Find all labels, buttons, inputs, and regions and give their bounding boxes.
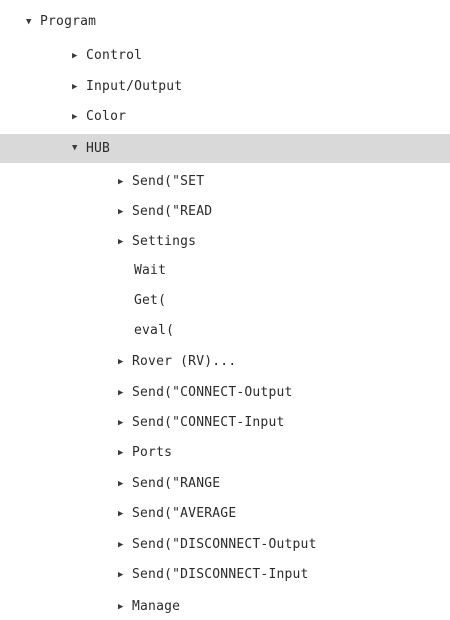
triangle-down-icon[interactable]: ▼: [72, 134, 86, 163]
triangle-right-icon[interactable]: ▶: [118, 594, 132, 620]
tree-item-label: Send("CONNECT-Output: [132, 385, 293, 400]
tree-item-label: Send("DISCONNECT-Output: [132, 537, 317, 552]
triangle-right-icon[interactable]: ▶: [118, 440, 132, 466]
triangle-right-icon[interactable]: ▶: [118, 410, 132, 436]
tree-item-send-connect-output[interactable]: ▶ Send("CONNECT-Output: [0, 380, 450, 406]
tree-item-label: Color: [86, 109, 127, 124]
tree-item-label: Send("DISCONNECT-Input: [132, 567, 309, 582]
program-tree: ▼ Program ▶ Control ▶ Input/Output ▶ Color ▼…: [0, 0, 450, 620]
tree-item-label: Manage: [132, 599, 181, 614]
triangle-right-icon[interactable]: ▶: [118, 501, 132, 527]
triangle-right-icon[interactable]: ▶: [72, 104, 86, 130]
triangle-right-icon[interactable]: ▶: [118, 169, 132, 195]
tree-item-label: Rover (RV)...: [132, 354, 237, 369]
tree-item-label: Send("READ: [132, 204, 213, 219]
tree-item-send-disconnect-output[interactable]: ▶ Send("DISCONNECT-Output: [0, 532, 450, 558]
tree-item-send-disconnect-input[interactable]: ▶ Send("DISCONNECT-Input: [0, 562, 450, 588]
tree-item-label: Ports: [132, 445, 173, 460]
triangle-down-icon[interactable]: ▼: [26, 9, 40, 35]
tree-item-send-connect-input[interactable]: ▶ Send("CONNECT-Input: [0, 410, 450, 436]
tree-item-label: Send("CONNECT-Input: [132, 415, 285, 430]
triangle-right-icon[interactable]: ▶: [118, 349, 132, 375]
tree-item-label: Settings: [132, 234, 197, 249]
tree-item-label: eval(: [134, 323, 175, 338]
tree-item-label: Input/Output: [86, 79, 183, 94]
tree-item-ports[interactable]: ▶ Ports: [0, 440, 450, 466]
tree-item-eval[interactable]: eval(: [0, 318, 450, 344]
triangle-right-icon[interactable]: ▶: [118, 471, 132, 497]
tree-item-label: HUB: [86, 141, 111, 156]
triangle-right-icon[interactable]: ▶: [118, 380, 132, 406]
tree-item-program[interactable]: ▼ Program: [0, 9, 450, 35]
tree-item-send-read[interactable]: ▶ Send("READ: [0, 199, 450, 225]
tree-item-label: Send("RANGE: [132, 476, 221, 491]
tree-item-label: Get(: [134, 293, 167, 308]
tree-item-send-range[interactable]: ▶ Send("RANGE: [0, 471, 450, 497]
tree-item-label: Send("SET: [132, 174, 205, 189]
tree-item-label: Send("AVERAGE: [132, 506, 237, 521]
tree-item-settings[interactable]: ▶ Settings: [0, 229, 450, 255]
tree-item-get[interactable]: Get(: [0, 288, 450, 314]
triangle-right-icon[interactable]: ▶: [72, 43, 86, 69]
tree-item-send-average[interactable]: ▶ Send("AVERAGE: [0, 501, 450, 527]
tree-item-label: Control: [86, 48, 143, 63]
tree-item-hub[interactable]: ▼ HUB: [0, 134, 450, 163]
triangle-right-icon[interactable]: ▶: [72, 74, 86, 100]
triangle-right-icon[interactable]: ▶: [118, 562, 132, 588]
triangle-right-icon[interactable]: ▶: [118, 532, 132, 558]
triangle-right-icon[interactable]: ▶: [118, 229, 132, 255]
tree-item-manage[interactable]: ▶ Manage: [0, 594, 450, 620]
tree-item-label: Wait: [134, 263, 167, 278]
triangle-right-icon[interactable]: ▶: [118, 199, 132, 225]
tree-item-send-set[interactable]: ▶ Send("SET: [0, 169, 450, 195]
tree-item-control[interactable]: ▶ Control: [0, 43, 450, 69]
tree-item-input-output[interactable]: ▶ Input/Output: [0, 74, 450, 100]
tree-item-rover[interactable]: ▶ Rover (RV)...: [0, 349, 450, 375]
tree-item-label: Program: [40, 14, 97, 29]
tree-item-wait[interactable]: Wait: [0, 258, 450, 284]
tree-item-color[interactable]: ▶ Color: [0, 104, 450, 130]
